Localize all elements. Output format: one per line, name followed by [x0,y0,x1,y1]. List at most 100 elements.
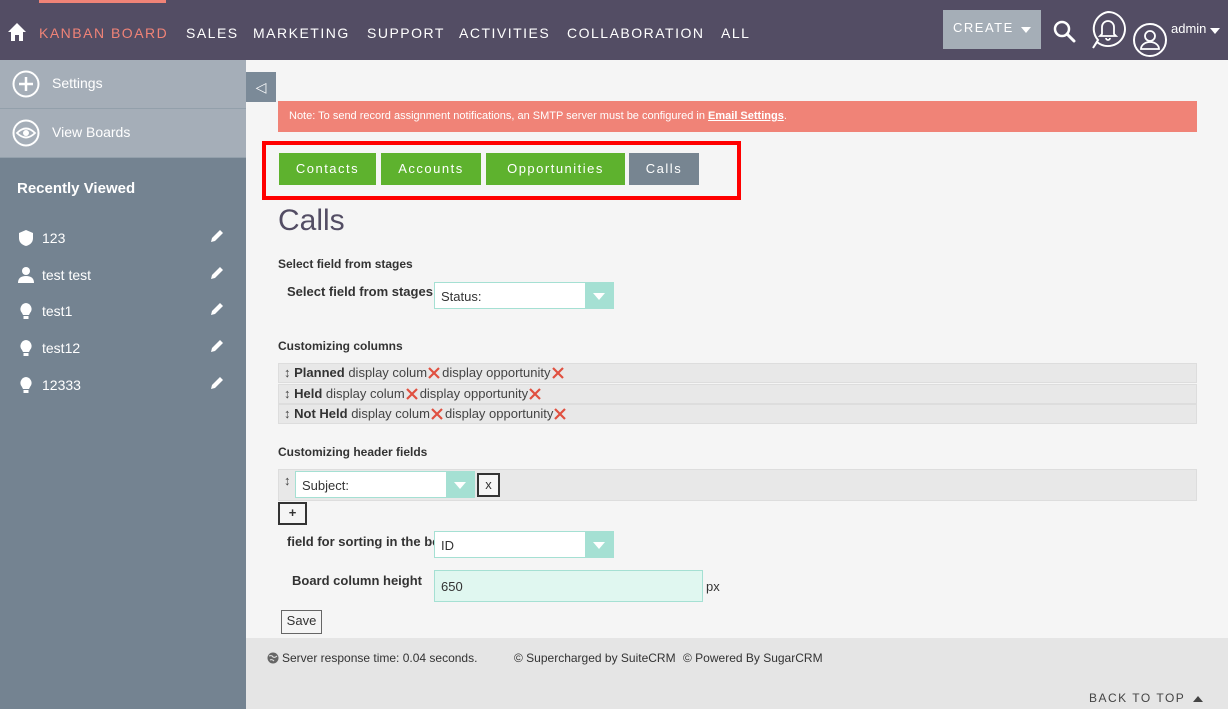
remove-x-icon[interactable] [554,408,567,420]
recent-item[interactable]: 12333 [0,372,246,402]
nav-all[interactable]: ALL [721,25,750,41]
chevron-down-icon [585,532,613,557]
tab-accounts[interactable]: Accounts [381,153,481,185]
sidebar-action-label: Settings [52,75,103,91]
plus-icon [12,70,40,98]
drag-handle-icon[interactable]: ↕ [284,386,291,401]
nav-sales[interactable]: SALES [186,25,239,41]
pencil-edit-icon[interactable] [209,301,225,317]
person-icon [18,267,34,283]
active-nav-indicator [39,0,166,3]
pencil-edit-icon[interactable] [209,228,225,244]
tab-calls[interactable]: Calls [629,153,699,185]
pencil-edit-icon[interactable] [209,375,225,391]
column-height-value: 650 [441,579,463,594]
powered-by-link[interactable]: © Powered By SugarCRM [683,651,823,665]
sort-field-label: field for sorting in the board [287,534,434,549]
caret-down-icon [1021,27,1031,33]
recent-item-label: 123 [42,230,66,246]
remove-x-icon[interactable] [551,367,564,379]
create-button[interactable]: CREATE [943,10,1041,49]
nav-marketing[interactable]: MARKETING [253,25,350,41]
tab-contacts[interactable]: Contacts [279,153,376,185]
chevron-down-icon [446,472,474,497]
column-row-not-held[interactable]: ↕ Not Held display colum display opportun… [278,404,1197,424]
column-name: Held [294,386,323,401]
recent-item-label: test12 [42,340,81,356]
remove-x-icon[interactable] [405,388,418,400]
sort-field-value: ID [441,538,454,553]
user-menu-label[interactable]: admin [1171,21,1206,36]
pencil-edit-icon[interactable] [209,338,225,354]
column-row-planned[interactable]: ↕ Planned display colum display opportuni… [278,363,1197,383]
eye-icon [12,119,40,147]
header-field-select[interactable]: Subject: [295,471,475,498]
column-height-input[interactable]: 650 [434,570,703,602]
globe-icon [267,652,279,664]
recent-item[interactable]: test1 [0,298,246,328]
user-avatar-icon[interactable] [1132,22,1168,58]
display-opportunity-text: display opportunity [442,365,551,380]
sidebar-action-view-boards[interactable]: View Boards [0,109,246,158]
main-content: ◁ Note: To send record assignment notifi… [246,60,1228,638]
back-to-top-label: BACK TO TOP [1089,691,1186,705]
sidebar-collapse-button[interactable]: ◁ [246,72,276,102]
nav-activities[interactable]: ACTIVITIES [459,25,550,41]
column-height-unit: px [706,579,720,594]
caret-down-icon[interactable] [1210,28,1220,34]
recently-viewed-heading: Recently Viewed [17,180,136,197]
notifications-bell-icon[interactable] [1089,10,1127,50]
stages-section-heading: Select field from stages [278,257,413,271]
nav-collaboration[interactable]: COLLABORATION [567,25,705,41]
column-height-label: Board column height [292,573,422,588]
footer: Server response time: 0.04 seconds. © Su… [246,638,1228,709]
column-name: Planned [294,365,345,380]
remove-header-field-button[interactable]: x [477,473,500,497]
recent-item[interactable]: 123 [0,225,246,255]
lightbulb-icon [20,340,32,356]
add-header-field-button[interactable]: + [278,502,307,525]
supercharged-link[interactable]: © Supercharged by SuiteCRM [514,651,676,665]
recent-item-label: test1 [42,303,73,319]
drag-handle-icon[interactable]: ↕ [284,365,291,380]
back-to-top-link[interactable]: BACK TO TOP [1089,691,1203,705]
sort-field-select[interactable]: ID [434,531,614,558]
drag-handle-icon[interactable]: ↕ [284,406,291,421]
page-title: Calls [278,204,345,237]
header-fields-section-heading: Customizing header fields [278,445,428,459]
caret-up-icon [1192,696,1203,702]
display-column-text: display colum [348,365,428,380]
remove-x-icon[interactable] [428,367,440,379]
stages-select-value: Status: [441,289,482,304]
save-button[interactable]: Save [281,610,322,634]
remove-x-icon[interactable] [431,408,443,420]
tab-opportunities[interactable]: Opportunities [486,153,625,185]
pencil-edit-icon[interactable] [209,265,225,281]
email-settings-link[interactable]: Email Settings [708,110,784,122]
home-icon[interactable] [7,22,27,42]
display-column-text: display colum [325,386,405,401]
column-row-held[interactable]: ↕ Held display colum display opportunity [278,384,1197,404]
recent-item[interactable]: test12 [0,335,246,365]
search-icon[interactable] [1052,19,1076,43]
nav-kanban-board[interactable]: KANBAN BOARD [39,25,168,41]
recent-item[interactable]: test test [0,262,246,292]
notice-end: . [783,110,787,122]
server-response-time: Server response time: 0.04 seconds. [282,651,478,665]
sidebar-action-label: View Boards [52,124,131,140]
sidebar-action-settings[interactable]: Settings [0,60,246,109]
header-field-value: Subject: [302,478,349,493]
lightbulb-icon [20,377,32,393]
nav-support[interactable]: SUPPORT [367,25,445,41]
display-column-text: display colum [351,406,430,421]
columns-section-heading: Customizing columns [278,339,403,353]
lightbulb-icon [20,303,32,319]
remove-x-icon[interactable] [529,388,541,400]
recent-item-label: test test [42,267,92,283]
column-name: Not Held [294,406,348,421]
display-opportunity-text: display opportunity [444,406,554,421]
notice-text: Note: To send record assignment notifica… [289,110,709,122]
drag-handle-icon[interactable]: ↕ [284,473,291,488]
stages-select[interactable]: Status: [434,282,614,309]
header-field-row: ↕ Subject: x [278,469,1197,501]
